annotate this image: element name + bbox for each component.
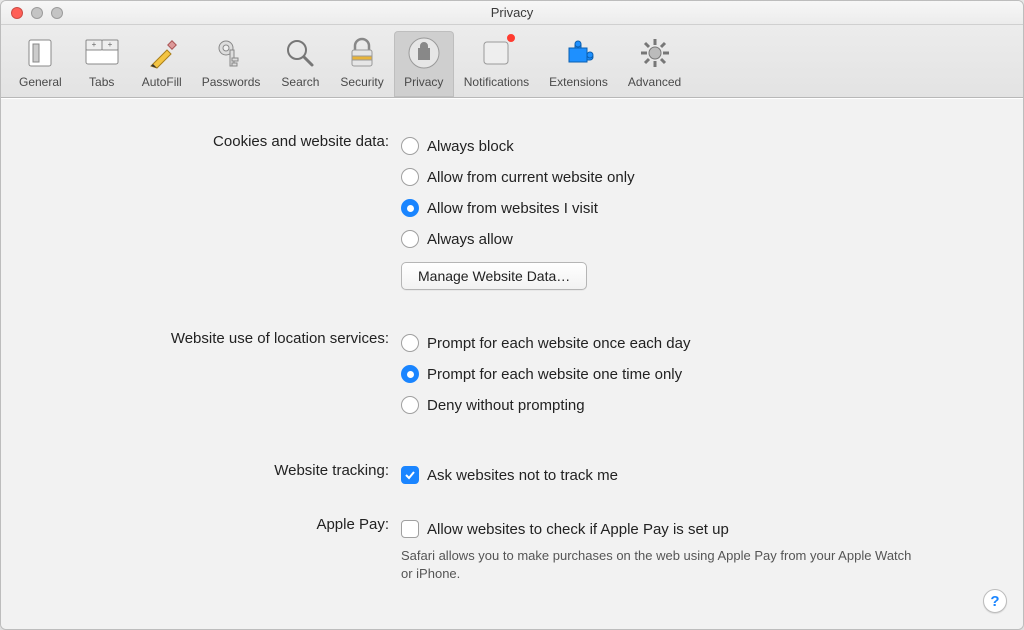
advanced-icon xyxy=(637,35,673,71)
titlebar: Privacy xyxy=(1,1,1023,25)
cookies-option-always-block[interactable]: Always block xyxy=(401,132,983,160)
tab-autofill[interactable]: AutoFill xyxy=(132,31,192,97)
tab-label: Advanced xyxy=(628,75,681,89)
privacy-icon xyxy=(406,35,442,71)
tab-tabs[interactable]: + + Tabs xyxy=(72,31,132,97)
tab-security[interactable]: Security xyxy=(330,31,393,97)
tab-label: Passwords xyxy=(202,75,261,89)
radio-icon xyxy=(401,396,419,414)
apple-pay-description: Safari allows you to make purchases on t… xyxy=(401,547,921,583)
location-option-once-each-day[interactable]: Prompt for each website once each day xyxy=(401,329,983,357)
option-label: Allow from websites I visit xyxy=(427,200,598,217)
radio-icon xyxy=(401,365,419,383)
option-label: Prompt for each website one time only xyxy=(427,366,682,383)
window-controls xyxy=(11,7,63,19)
row-cookies: Cookies and website data: Always block A… xyxy=(41,129,983,290)
option-label: Deny without prompting xyxy=(427,397,585,414)
row-location: Website use of location services: Prompt… xyxy=(41,326,983,422)
location-option-deny[interactable]: Deny without prompting xyxy=(401,391,983,419)
checkbox-icon xyxy=(401,466,419,484)
tabs-icon: + + xyxy=(84,35,120,71)
tab-general[interactable]: General xyxy=(9,31,72,97)
row-apple-pay: Apple Pay: Allow websites to check if Ap… xyxy=(41,512,983,583)
tab-label: Notifications xyxy=(464,75,529,89)
tab-label: Search xyxy=(281,75,319,89)
tab-label: AutoFill xyxy=(142,75,182,89)
tab-advanced[interactable]: Advanced xyxy=(618,31,691,97)
tab-extensions[interactable]: Extensions xyxy=(539,31,618,97)
extensions-icon xyxy=(560,35,596,71)
preferences-body: Cookies and website data: Always block A… xyxy=(1,98,1023,629)
search-icon xyxy=(282,35,318,71)
radio-icon xyxy=(401,168,419,186)
apple-pay-label: Apple Pay: xyxy=(41,512,401,533)
tab-label: Security xyxy=(340,75,383,89)
row-tracking: Website tracking: Ask websites not to tr… xyxy=(41,458,983,492)
option-label: Always block xyxy=(427,138,514,155)
checkbox-icon xyxy=(401,520,419,538)
autofill-icon xyxy=(144,35,180,71)
notifications-icon xyxy=(478,35,514,71)
preferences-toolbar: General + + Tabs xyxy=(1,25,1023,98)
close-window-button[interactable] xyxy=(11,7,23,19)
tab-search[interactable]: Search xyxy=(270,31,330,97)
tracking-do-not-track-checkbox[interactable]: Ask websites not to track me xyxy=(401,461,983,489)
zoom-window-button[interactable] xyxy=(51,7,63,19)
tab-label: Extensions xyxy=(549,75,608,89)
option-label: Prompt for each website once each day xyxy=(427,335,690,352)
option-label: Allow from current website only xyxy=(427,169,635,186)
notification-badge-icon xyxy=(506,33,516,43)
apple-pay-checkbox[interactable]: Allow websites to check if Apple Pay is … xyxy=(401,515,983,543)
location-option-one-time-only[interactable]: Prompt for each website one time only xyxy=(401,360,983,388)
tab-passwords[interactable]: Passwords xyxy=(192,31,271,97)
general-icon xyxy=(22,35,58,71)
tracking-label: Website tracking: xyxy=(41,458,401,479)
svg-text:+: + xyxy=(107,40,112,49)
checkbox-label: Ask websites not to track me xyxy=(427,467,618,484)
tab-privacy[interactable]: Privacy xyxy=(394,31,454,97)
radio-icon xyxy=(401,199,419,217)
radio-icon xyxy=(401,137,419,155)
radio-icon xyxy=(401,230,419,248)
location-label: Website use of location services: xyxy=(41,326,401,347)
tab-label: Tabs xyxy=(89,75,114,89)
option-label: Always allow xyxy=(427,231,513,248)
preferences-window: Privacy General + + Tabs xyxy=(0,0,1024,630)
cookies-option-websites-i-visit[interactable]: Allow from websites I visit xyxy=(401,194,983,222)
tab-label: General xyxy=(19,75,62,89)
manage-website-data-button[interactable]: Manage Website Data… xyxy=(401,262,587,290)
radio-icon xyxy=(401,334,419,352)
cookies-option-current-website-only[interactable]: Allow from current website only xyxy=(401,163,983,191)
security-icon xyxy=(344,35,380,71)
window-title: Privacy xyxy=(491,5,534,20)
minimize-window-button[interactable] xyxy=(31,7,43,19)
svg-text:+: + xyxy=(91,40,96,49)
passwords-icon xyxy=(213,35,249,71)
tab-label: Privacy xyxy=(404,75,443,89)
cookies-option-always-allow[interactable]: Always allow xyxy=(401,225,983,253)
tab-notifications[interactable]: Notifications xyxy=(454,31,539,97)
cookies-label: Cookies and website data: xyxy=(41,129,401,150)
checkbox-label: Allow websites to check if Apple Pay is … xyxy=(427,521,729,538)
